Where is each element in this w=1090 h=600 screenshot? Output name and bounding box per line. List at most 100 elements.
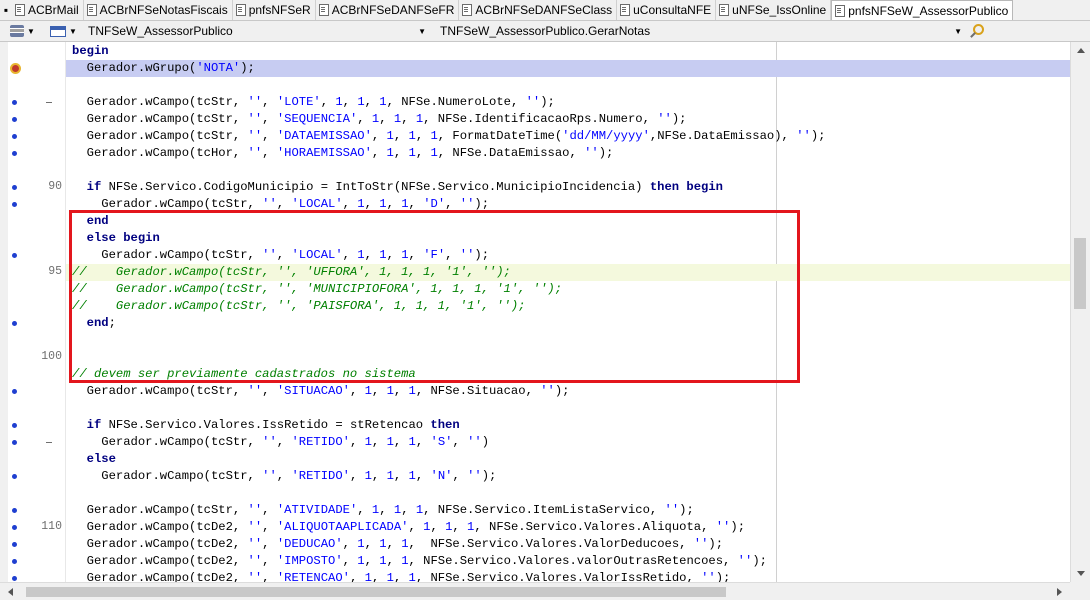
code-line[interactable]: begin [66,43,1070,60]
tab-overflow-icon[interactable]: ▪ [0,0,12,20]
breakpoint-line-dot[interactable] [12,100,17,105]
code-line-text: if NFSe.Servico.CodigoMunicipio = IntToS… [86,180,723,194]
vertical-scroll-thumb[interactable] [1074,238,1086,309]
code-line-text: begin [72,44,109,58]
tab-label: ACBrNFSeDANFSeClass [475,3,613,17]
code-line[interactable]: Gerador.wCampo(tcDe2, '', 'DEDUCAO', 1, … [66,536,1070,553]
breakpoint-line-dot[interactable] [12,321,17,326]
fold-dash [46,102,52,103]
code-line-text: Gerador.wCampo(tcDe2, '', 'ALIQUOTAAPLIC… [72,520,746,534]
unit-file-icon [15,4,25,16]
breakpoint-line-dot[interactable] [12,202,17,207]
code-line[interactable]: Gerador.wCampo(tcStr, '', 'RETIDO', 1, 1… [66,468,1070,485]
tab-unfse-issonline[interactable]: uNFSe_IssOnline [716,0,832,20]
breakpoint-line-dot[interactable] [12,542,17,547]
code-line[interactable] [66,485,1070,502]
code-line[interactable] [66,77,1070,94]
code-line-text: Gerador.wCampo(tcDe2, '', 'IMPOSTO', 1, … [72,554,767,568]
vertical-scrollbar[interactable] [1070,42,1090,582]
code-line[interactable]: Gerador.wCampo(tcStr, '', 'ATIVIDADE', 1… [66,502,1070,519]
code-line[interactable]: Gerador.wCampo(tcStr, '', 'LOTE', 1, 1, … [66,94,1070,111]
unit-file-icon [462,4,473,16]
line-gutter: 90 95 100 110 [8,42,65,600]
tab-label: pnfsNFSeW_AssessorPublico [848,3,1009,18]
code-line[interactable]: Gerador.wCampo(tcStr, '', 'SEQUENCIA', 1… [66,111,1070,128]
code-line[interactable]: else [66,451,1070,468]
tab-acbrnfsedanfsefr[interactable]: ACBrNFSeDANFSeFR [316,0,460,20]
window-icon[interactable]: ▼ [50,21,77,41]
line-number: 90 [48,180,62,193]
breakpoint-icon[interactable] [10,63,21,74]
chevron-down-icon[interactable]: ▼ [418,27,426,36]
tab-acbrmail[interactable]: ACBrMail [12,0,84,20]
scroll-right-icon[interactable] [1057,588,1062,596]
horizontal-scroll-thumb[interactable] [26,587,726,597]
scrollbar-corner [1070,582,1090,600]
code-line[interactable] [66,162,1070,179]
highlight-box [69,210,800,383]
breakpoint-line-dot[interactable] [12,525,17,530]
tab-label: uNFSe_IssOnline [732,3,827,17]
code-line[interactable]: Gerador.wCampo(tcStr, '', 'RETIDO', 1, 1… [66,434,1070,451]
tab-acbrnfsedanfseclass[interactable]: ACBrNFSeDANFSeClass [459,0,618,20]
code-line[interactable]: Gerador.wCampo(tcStr, '', 'SITUACAO', 1,… [66,383,1070,400]
code-line-text: Gerador.wCampo(tcStr, '', 'RETIDO', 1, 1… [72,435,490,449]
scroll-down-icon[interactable] [1077,571,1085,576]
scroll-up-icon[interactable] [1077,48,1085,53]
tab-label: ACBrNFSeDANFSeFR [331,3,455,17]
horizontal-scrollbar[interactable] [0,582,1070,600]
breakpoint-line-dot[interactable] [12,508,17,513]
tab-label: uConsultaNFE [633,3,712,17]
code-line-text: Gerador.wCampo(tcStr, '', 'SITUACAO', 1,… [72,384,570,398]
code-line[interactable]: Gerador.wCampo(tcDe2, '', 'IMPOSTO', 1, … [66,553,1070,570]
code-line[interactable]: if NFSe.Servico.Valores.IssRetido = stRe… [66,417,1070,434]
line-number: 110 [41,520,62,533]
breakpoint-line-dot[interactable] [12,440,17,445]
breakpoint-line-dot[interactable] [12,559,17,564]
tab-uconsultanfe[interactable]: uConsultaNFE [617,0,717,20]
method-combo[interactable]: TNFSeW_AssessorPublico.GerarNotas ▼ [440,21,962,41]
tab-pnfsnfsew-assessorpublico[interactable]: pnfsNFSeW_AssessorPublico [831,0,1014,20]
code-line-text: else [86,452,116,466]
line-number: 100 [41,350,62,363]
breakpoint-line-dot[interactable] [12,253,17,258]
code-line[interactable]: Gerador.wGrupo('NOTA'); [66,60,1070,77]
unit-file-icon [235,4,246,16]
code-line-text: Gerador.wCampo(tcStr, '', 'RETIDO', 1, 1… [72,469,497,483]
breakpoint-line-dot[interactable] [12,423,17,428]
stack-icon[interactable]: ▼ [10,21,35,41]
code-line-text: if NFSe.Servico.Valores.IssRetido = stRe… [86,418,460,432]
tab-label: ACBrMail [28,3,79,17]
code-line-text: Gerador.wCampo(tcDe2, '', 'DEDUCAO', 1, … [72,537,724,551]
unit-file-icon [318,4,329,16]
code-line[interactable]: Gerador.wCampo(tcHor, '', 'HORAEMISSAO',… [66,145,1070,162]
code-line-text: Gerador.wCampo(tcHor, '', 'HORAEMISSAO',… [72,146,614,160]
tab-pnfsnfser[interactable]: pnfsNFSeR [233,0,316,20]
breakpoint-line-dot[interactable] [12,185,17,190]
breakpoint-line-dot[interactable] [12,151,17,156]
code-line-text: Gerador.wCampo(tcStr, '', 'LOTE', 1, 1, … [72,95,555,109]
scroll-left-icon[interactable] [8,588,13,596]
code-line-text: Gerador.wGrupo('NOTA'); [72,61,255,75]
code-line[interactable] [66,400,1070,417]
unit-file-icon [86,4,97,16]
tab-acbrnfsenotasfiscais[interactable]: ACBrNFSeNotasFiscais [84,0,233,20]
breakpoint-line-dot[interactable] [12,134,17,139]
code-line-text: Gerador.wCampo(tcStr, '', 'ATIVIDADE', 1… [72,503,694,517]
unit-file-icon [719,4,730,16]
breakpoint-line-dot[interactable] [12,389,17,394]
code-line[interactable]: if NFSe.Servico.CodigoMunicipio = IntToS… [66,179,1070,196]
class-combo[interactable]: TNFSeW_AssessorPublico ▼ [88,21,426,41]
code-line[interactable]: Gerador.wCampo(tcDe2, '', 'ALIQUOTAAPLIC… [66,519,1070,536]
code-line-text: Gerador.wCampo(tcStr, '', 'DATAEMISSAO',… [72,129,826,143]
chevron-down-icon[interactable]: ▼ [954,27,962,36]
editor-tab-bar: ▪ ACBrMail ACBrNFSeNotasFiscais pnfsNFSeR A… [0,0,1090,21]
breakpoint-line-dot[interactable] [12,474,17,479]
method-combo-value: TNFSeW_AssessorPublico.GerarNotas [440,24,651,38]
search-icon[interactable] [973,24,984,35]
breakpoint-line-dot[interactable] [12,117,17,122]
code-line[interactable]: Gerador.wCampo(tcStr, '', 'DATAEMISSAO',… [66,128,1070,145]
breakpoint-line-dot[interactable] [12,576,17,581]
unit-file-icon [620,4,631,16]
code-navigator-bar: ▼ ▼ TNFSeW_AssessorPublico ▼ TNFSeW_Asse… [0,21,1090,42]
